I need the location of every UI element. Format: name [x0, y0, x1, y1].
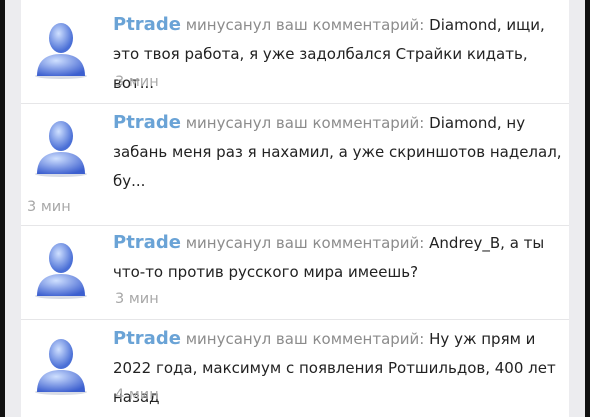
default-avatar-icon[interactable]	[29, 332, 93, 396]
timestamp: 3 мин	[115, 74, 159, 90]
timestamp: 3 мин	[115, 291, 159, 307]
notification-text: Ptrade минусанул ваш комментарий: Diamon…	[113, 10, 563, 98]
notification-text: Ptrade минусанул ваш комментарий: Ну уж …	[113, 324, 563, 412]
default-avatar-icon[interactable]	[29, 16, 93, 80]
timestamp: 4 мин	[115, 387, 159, 403]
timestamp: 3 мин	[27, 199, 71, 215]
username-link[interactable]: Ptrade	[113, 232, 181, 253]
default-avatar-icon[interactable]	[29, 114, 93, 178]
notification-text: Ptrade минусанул ваш комментарий: Diamon…	[113, 108, 563, 196]
username-link[interactable]: Ptrade	[113, 14, 181, 35]
action-text: минусанул ваш комментарий:	[185, 330, 425, 348]
action-text: минусанул ваш комментарий:	[185, 16, 425, 34]
screen-frame: Ptrade минусанул ваш комментарий: Diamon…	[0, 0, 590, 417]
username-link[interactable]: Ptrade	[113, 112, 181, 133]
notification-text: Ptrade минусанул ваш комментарий: Andrey…	[113, 228, 563, 287]
action-text: минусанул ваш комментарий:	[185, 114, 425, 132]
default-avatar-icon[interactable]	[29, 236, 93, 300]
notification-item[interactable]: Ptrade минусанул ваш комментарий: Diamon…	[21, 104, 569, 226]
notification-item[interactable]: Ptrade минусанул ваш комментарий: Ну уж …	[21, 320, 569, 417]
notification-list: Ptrade минусанул ваш комментарий: Diamon…	[21, 0, 569, 417]
notification-item[interactable]: Ptrade минусанул ваш комментарий: Diamon…	[21, 0, 569, 104]
right-edge	[585, 0, 590, 417]
notification-item[interactable]: Ptrade минусанул ваш комментарий: Andrey…	[21, 226, 569, 320]
left-edge	[0, 0, 5, 417]
username-link[interactable]: Ptrade	[113, 328, 181, 349]
action-text: минусанул ваш комментарий:	[185, 234, 425, 252]
